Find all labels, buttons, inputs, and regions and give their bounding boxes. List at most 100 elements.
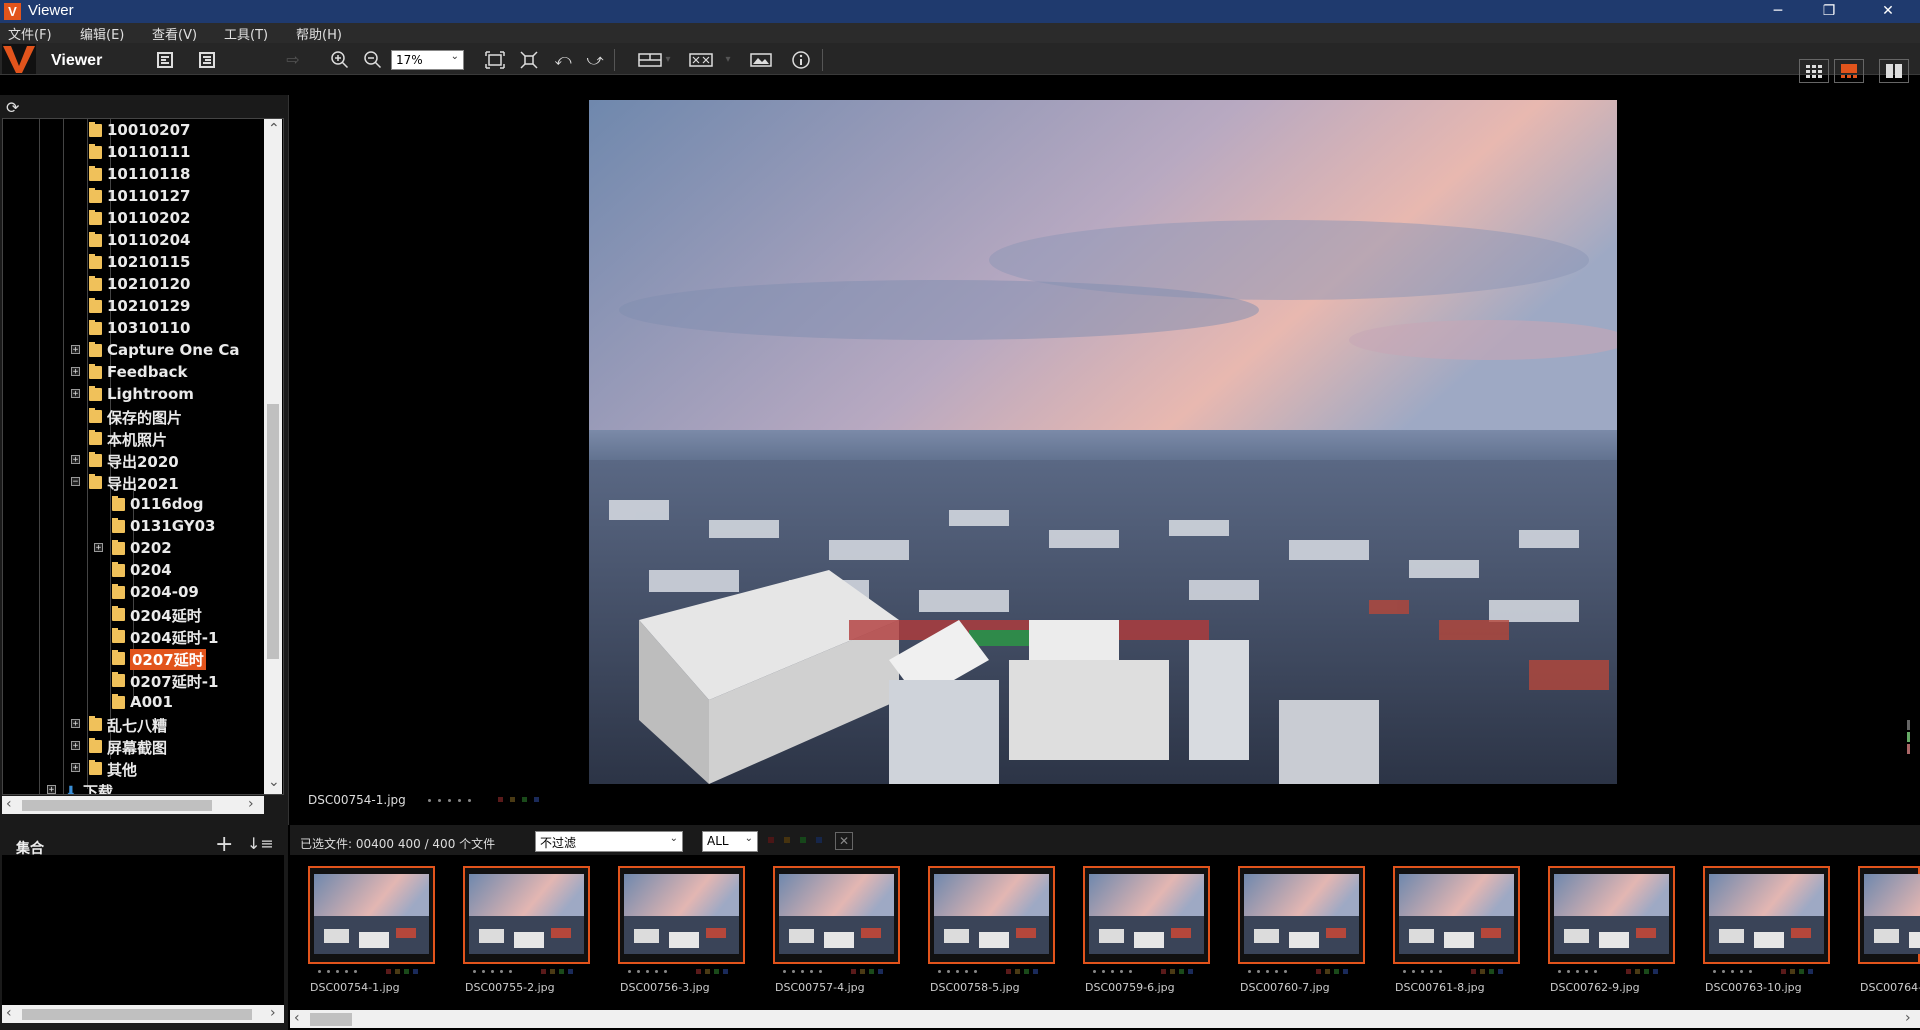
close-button[interactable]: ✕ <box>1865 0 1911 23</box>
filter-view-icon[interactable] <box>688 49 714 71</box>
zoom-out-icon[interactable] <box>362 49 384 71</box>
export-icon[interactable]: ⇨ <box>282 49 304 71</box>
tree-item[interactable]: 10110118 <box>3 164 263 184</box>
tree-item[interactable]: 0207延时 <box>3 648 263 670</box>
tree-item[interactable]: + 乱七八糟 <box>3 714 263 735</box>
zoom-select[interactable]: 17% ⌄ <box>391 50 464 70</box>
filmstrip-layout-button[interactable] <box>1834 59 1864 83</box>
thumbnail-rating[interactable] <box>1083 969 1208 974</box>
tree-item[interactable]: 10210115 <box>3 252 263 272</box>
tree-item[interactable]: 本机照片 <box>3 428 263 449</box>
tree-item[interactable]: + Capture One Ca <box>3 340 263 360</box>
tree-item[interactable]: 10010207 <box>3 120 263 140</box>
thumbnail[interactable] <box>1548 866 1675 964</box>
zoom-in-icon[interactable] <box>329 49 351 71</box>
color-label-blue[interactable] <box>534 797 539 802</box>
tree-item[interactable]: + 其他 <box>3 758 263 779</box>
expand-icon[interactable]: + <box>47 785 56 794</box>
thumbnail-rating[interactable] <box>618 969 743 974</box>
scroll-left-icon[interactable]: ‹ <box>6 796 12 812</box>
menu-help[interactable]: 帮助(H) <box>296 24 342 43</box>
clear-filter-icon[interactable]: ✕ <box>835 832 853 850</box>
color-label-yellow[interactable] <box>510 797 515 802</box>
chevron-down-icon[interactable]: ▾ <box>662 49 674 71</box>
rating-dot[interactable] <box>448 799 451 802</box>
browse-mode-icon[interactable] <box>154 49 176 71</box>
expand-icon[interactable]: + <box>94 543 103 553</box>
tree-item[interactable]: 10110127 <box>3 186 263 206</box>
thumbnail-rating[interactable] <box>463 969 588 974</box>
filter-color-yellow[interactable] <box>784 837 790 843</box>
thumbnail-scrollbar[interactable] <box>290 1010 1920 1028</box>
tree-item[interactable]: A001 <box>3 692 263 712</box>
image-info-icon[interactable] <box>748 49 774 71</box>
rating-dot[interactable] <box>468 799 471 802</box>
chevron-down-icon[interactable]: ▾ <box>722 49 734 71</box>
scroll-down-icon[interactable]: ⌄ <box>268 774 280 790</box>
expand-icon[interactable]: + <box>71 367 80 377</box>
compare-view-button[interactable] <box>1879 59 1909 83</box>
actual-size-icon[interactable] <box>518 49 540 71</box>
rating-dot[interactable] <box>428 799 431 802</box>
collection-hscroll-thumb[interactable] <box>22 1009 252 1020</box>
rotate-right-icon[interactable]: ⤻ <box>584 49 606 71</box>
tree-item[interactable]: + Feedback <box>3 362 263 382</box>
filter-color-blue[interactable] <box>816 837 822 843</box>
filter-color-red[interactable] <box>768 837 774 843</box>
tree-item[interactable]: 10110111 <box>3 142 263 162</box>
scroll-right-icon[interactable]: › <box>270 1005 276 1021</box>
expand-icon[interactable]: + <box>71 455 80 465</box>
color-label-green[interactable] <box>522 797 527 802</box>
expand-icon[interactable]: + <box>71 345 80 355</box>
tree-item[interactable]: 10210120 <box>3 274 263 294</box>
thumbnail-rating[interactable] <box>1703 969 1828 974</box>
tree-item[interactable]: 10110202 <box>3 208 263 228</box>
tree-item[interactable]: +0202 <box>3 538 263 558</box>
grid-layout-button[interactable] <box>1799 59 1829 83</box>
filter-color-green[interactable] <box>800 837 806 843</box>
preview-image[interactable] <box>589 100 1617 784</box>
tree-item[interactable]: 0204延时-1 <box>3 626 263 647</box>
thumbnail-rating[interactable] <box>1393 969 1518 974</box>
rating-dot[interactable] <box>458 799 461 802</box>
expand-icon[interactable]: + <box>71 741 80 751</box>
scroll-right-icon[interactable]: › <box>1905 1010 1911 1026</box>
scroll-left-icon[interactable]: ‹ <box>6 1005 12 1021</box>
tree-item[interactable]: 0207延时-1 <box>3 670 263 691</box>
tree-item[interactable]: 0116dog <box>3 494 263 514</box>
tree-item[interactable]: 10210129 <box>3 296 263 316</box>
sort-collection-icon[interactable]: ↓≡ <box>247 834 274 853</box>
refresh-icon[interactable]: ⟳ <box>6 98 19 117</box>
tree-item[interactable]: + 导出2020 <box>3 450 263 471</box>
tree-item[interactable]: 10110204 <box>3 230 263 250</box>
tree-item[interactable]: 0204 <box>3 560 263 580</box>
expand-icon[interactable]: + <box>71 389 80 399</box>
tree-item[interactable]: + 屏幕截图 <box>3 736 263 757</box>
rating-dot[interactable] <box>438 799 441 802</box>
expand-icon[interactable]: + <box>71 719 80 729</box>
thumbnail-scroll-thumb[interactable] <box>310 1013 352 1026</box>
add-collection-icon[interactable]: + <box>215 832 233 857</box>
menu-edit[interactable]: 编辑(E) <box>80 24 124 43</box>
tree-item[interactable]: − 导出2021 <box>3 472 263 493</box>
rating-filter-select[interactable]: ALL ⌄ <box>702 831 758 852</box>
tree-item[interactable]: 0131GY03 <box>3 516 263 536</box>
tree-item[interactable]: 10310110 <box>3 318 263 338</box>
tree-item[interactable]: + Lightroom <box>3 384 263 404</box>
compare-layout-icon[interactable] <box>637 49 663 71</box>
thumbnail[interactable] <box>1083 866 1210 964</box>
rotate-left-icon[interactable]: ⤺ <box>552 49 574 71</box>
thumbnail-rating[interactable] <box>773 969 898 974</box>
color-label-red[interactable] <box>498 797 503 802</box>
tree-scroll-thumb[interactable] <box>267 404 279 659</box>
thumbnail[interactable] <box>773 866 900 964</box>
edit-mode-icon[interactable] <box>196 49 218 71</box>
thumbnail-rating[interactable] <box>308 969 433 974</box>
menu-tools[interactable]: 工具(T) <box>224 24 268 43</box>
thumbnail[interactable] <box>618 866 745 964</box>
thumbnail[interactable] <box>928 866 1055 964</box>
fit-window-icon[interactable] <box>484 49 506 71</box>
thumbnail-rating[interactable] <box>928 969 1053 974</box>
tree-hscroll-thumb[interactable] <box>22 800 212 811</box>
tree-item[interactable]: 0204-09 <box>3 582 263 602</box>
